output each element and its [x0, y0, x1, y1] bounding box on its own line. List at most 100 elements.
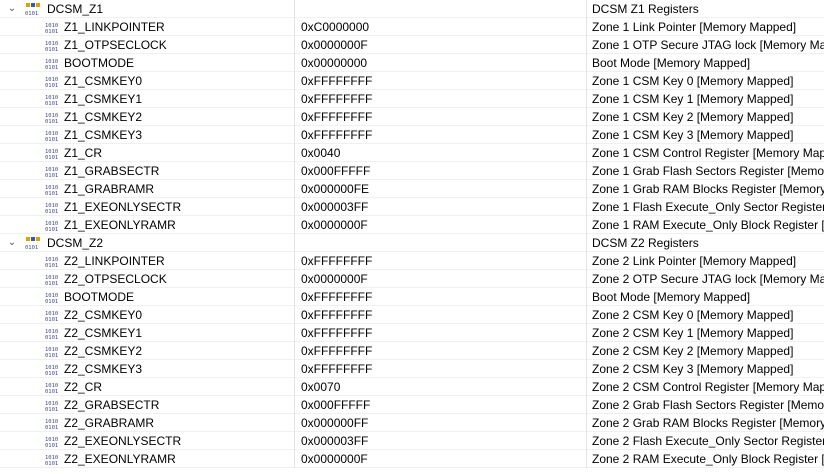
- register-name-cell[interactable]: 1010 0101 Z1_GRABRAMR: [0, 180, 294, 198]
- register-value[interactable]: 0x0070: [294, 378, 586, 396]
- register-value[interactable]: 0xFFFFFFFF: [294, 306, 586, 324]
- register-row[interactable]: 1010 0101 Z1_OTPSECLOCK 0x0000000F Zone 1 OT…: [0, 36, 824, 54]
- register-name-cell[interactable]: 1010 0101 BOOTMODE: [0, 288, 294, 306]
- register-row[interactable]: 1010 0101 Z2_CSMKEY3 0xFFFFFFFF Zone 2 CSM K…: [0, 360, 824, 378]
- register-value[interactable]: 0xFFFFFFFF: [294, 126, 586, 144]
- register-value[interactable]: 0x000FFFFF: [294, 396, 586, 414]
- register-name-cell[interactable]: 1010 0101 Z2_GRABSECTR: [0, 396, 294, 414]
- chevron-down-icon[interactable]: ⌄: [7, 234, 17, 252]
- register-name-cell[interactable]: 1010 0101 Z2_CSMKEY0: [0, 306, 294, 324]
- register-row[interactable]: 1010 0101 BOOTMODE 0xFFFFFFFF Boot Mode [Mem…: [0, 288, 824, 306]
- register-name-cell[interactable]: 1010 0101 Z1_OTPSECLOCK: [0, 36, 294, 54]
- register-row[interactable]: 1010 0101 Z1_CSMKEY2 0xFFFFFFFF Zone 1 CSM K…: [0, 108, 824, 126]
- register-value[interactable]: 0xFFFFFFFF: [294, 288, 586, 306]
- register-row[interactable]: 1010 0101 Z1_LINKPOINTER 0xC0000000 Zone 1 L…: [0, 18, 824, 36]
- register-row[interactable]: 1010 0101 BOOTMODE 0x00000000 Boot Mode [Mem…: [0, 54, 824, 72]
- register-row[interactable]: 1010 0101 Z1_EXEONLYSECTR 0x000003FF Zone 1 …: [0, 198, 824, 216]
- register-value[interactable]: 0x00000000: [294, 54, 586, 72]
- group-row[interactable]: ⌄ 0101 DCSM_Z1 DCSM Z1 Registers: [0, 0, 824, 18]
- svg-text:0101: 0101: [45, 263, 58, 268]
- register-name-cell[interactable]: 1010 0101 Z2_CSMKEY2: [0, 342, 294, 360]
- register-row[interactable]: 1010 0101 Z1_CSMKEY0 0xFFFFFFFF Zone 1 CSM K…: [0, 72, 824, 90]
- register-value[interactable]: 0x0000000F: [294, 450, 586, 468]
- register-row[interactable]: 1010 0101 Z2_CSMKEY0 0xFFFFFFFF Zone 2 CSM K…: [0, 306, 824, 324]
- register-row[interactable]: 1010 0101 Z2_CSMKEY1 0xFFFFFFFF Zone 2 CSM K…: [0, 324, 824, 342]
- register-description: Zone 1 CSM Key 2 [Memory Mapped]: [586, 108, 824, 126]
- group-name-cell[interactable]: ⌄ 0101 DCSM_Z1: [0, 0, 294, 18]
- register-description: Zone 2 RAM Execute_Only Block Register […: [586, 450, 824, 468]
- register-row[interactable]: 1010 0101 Z2_GRABRAMR 0x000000FF Zone 2 Grab…: [0, 414, 824, 432]
- register-name-cell[interactable]: 1010 0101 Z1_EXEONLYSECTR: [0, 198, 294, 216]
- register-row[interactable]: 1010 0101 Z2_CSMKEY2 0xFFFFFFFF Zone 2 CSM K…: [0, 342, 824, 360]
- register-value[interactable]: 0xFFFFFFFF: [294, 360, 586, 378]
- register-name-cell[interactable]: 1010 0101 Z2_CSMKEY1: [0, 324, 294, 342]
- register-value[interactable]: 0x000FFFFF: [294, 162, 586, 180]
- svg-text:0101: 0101: [45, 119, 58, 124]
- register-description: Zone 1 RAM Execute_Only Block Register […: [586, 216, 824, 234]
- group-name-cell[interactable]: ⌄ 0101 DCSM_Z2: [0, 234, 294, 252]
- svg-text:0101: 0101: [45, 155, 58, 160]
- register-row[interactable]: 1010 0101 Z1_GRABRAMR 0x000000FE Zone 1 Grab…: [0, 180, 824, 198]
- svg-text:0101: 0101: [45, 461, 58, 466]
- register-description: Zone 1 Link Pointer [Memory Mapped]: [586, 18, 824, 36]
- register-name-cell[interactable]: 1010 0101 Z1_EXEONLYRAMR: [0, 216, 294, 234]
- register-value[interactable]: 0xFFFFFFFF: [294, 252, 586, 270]
- binary-register-icon: 1010 0101: [45, 111, 59, 125]
- svg-text:0101: 0101: [45, 173, 58, 178]
- group-row[interactable]: ⌄ 0101 DCSM_Z2 DCSM Z2 Registers: [0, 234, 824, 252]
- register-name: Z2_CR: [64, 380, 103, 394]
- register-name-cell[interactable]: 1010 0101 BOOTMODE: [0, 54, 294, 72]
- register-row[interactable]: 1010 0101 Z1_EXEONLYRAMR 0x0000000F Zone 1 R…: [0, 216, 824, 234]
- binary-register-icon: 1010 0101: [45, 309, 59, 323]
- register-value[interactable]: 0xFFFFFFFF: [294, 324, 586, 342]
- register-value[interactable]: 0x000003FF: [294, 432, 586, 450]
- register-name: BOOTMODE: [64, 290, 135, 304]
- register-value[interactable]: 0xFFFFFFFF: [294, 108, 586, 126]
- chevron-down-icon[interactable]: ⌄: [7, 0, 17, 18]
- register-name-cell[interactable]: 1010 0101 Z2_EXEONLYRAMR: [0, 450, 294, 468]
- register-name-cell[interactable]: 1010 0101 Z2_CR: [0, 378, 294, 396]
- register-value[interactable]: 0xFFFFFFFF: [294, 90, 586, 108]
- svg-text:0101: 0101: [45, 137, 58, 142]
- register-value[interactable]: 0x0040: [294, 144, 586, 162]
- register-row[interactable]: 1010 0101 Z1_CR 0x0040 Zone 1 CSM Control Re…: [0, 144, 824, 162]
- register-name-cell[interactable]: 1010 0101 Z1_CSMKEY1: [0, 90, 294, 108]
- register-row[interactable]: 1010 0101 Z1_GRABSECTR 0x000FFFFF Zone 1 Gra…: [0, 162, 824, 180]
- register-row[interactable]: 1010 0101 Z1_CSMKEY3 0xFFFFFFFF Zone 1 CSM K…: [0, 126, 824, 144]
- register-value[interactable]: 0x0000000F: [294, 270, 586, 288]
- register-value[interactable]: 0xFFFFFFFF: [294, 72, 586, 90]
- register-row[interactable]: 1010 0101 Z2_LINKPOINTER 0xFFFFFFFF Zone 2 L…: [0, 252, 824, 270]
- register-value[interactable]: 0x0000000F: [294, 36, 586, 54]
- register-value[interactable]: 0x000000FE: [294, 180, 586, 198]
- register-row[interactable]: 1010 0101 Z2_EXEONLYSECTR 0x000003FF Zone 2 …: [0, 432, 824, 450]
- register-name-cell[interactable]: 1010 0101 Z1_GRABSECTR: [0, 162, 294, 180]
- register-name-cell[interactable]: 1010 0101 Z1_CSMKEY3: [0, 126, 294, 144]
- binary-register-icon: 1010 0101: [45, 273, 59, 287]
- svg-text:0101: 0101: [45, 47, 58, 52]
- register-row[interactable]: 1010 0101 Z2_EXEONLYRAMR 0x0000000F Zone 2 R…: [0, 450, 824, 468]
- register-name: Z2_GRABRAMR: [64, 416, 155, 430]
- register-value[interactable]: 0x0000000F: [294, 216, 586, 234]
- register-row[interactable]: 1010 0101 Z1_CSMKEY1 0xFFFFFFFF Zone 1 CSM K…: [0, 90, 824, 108]
- register-name: Z2_OTPSECLOCK: [64, 272, 167, 286]
- register-name-cell[interactable]: 1010 0101 Z1_LINKPOINTER: [0, 18, 294, 36]
- register-row[interactable]: 1010 0101 Z2_OTPSECLOCK 0x0000000F Zone 2 OT…: [0, 270, 824, 288]
- register-name-cell[interactable]: 1010 0101 Z2_OTPSECLOCK: [0, 270, 294, 288]
- register-name-cell[interactable]: 1010 0101 Z2_GRABRAMR: [0, 414, 294, 432]
- register-name-cell[interactable]: 1010 0101 Z2_LINKPOINTER: [0, 252, 294, 270]
- binary-register-icon: 1010 0101: [45, 327, 59, 341]
- register-name-cell[interactable]: 1010 0101 Z2_CSMKEY3: [0, 360, 294, 378]
- register-value[interactable]: 0xFFFFFFFF: [294, 342, 586, 360]
- register-name-cell[interactable]: 1010 0101 Z1_CSMKEY2: [0, 108, 294, 126]
- register-name: Z1_GRABRAMR: [64, 182, 155, 196]
- binary-register-icon: 1010 0101: [45, 39, 59, 53]
- register-row[interactable]: 1010 0101 Z2_GRABSECTR 0x000FFFFF Zone 2 Gra…: [0, 396, 824, 414]
- register-name-cell[interactable]: 1010 0101 Z1_CSMKEY0: [0, 72, 294, 90]
- binary-register-icon: 1010 0101: [45, 93, 59, 107]
- register-value[interactable]: 0x000000FF: [294, 414, 586, 432]
- register-name-cell[interactable]: 1010 0101 Z2_EXEONLYSECTR: [0, 432, 294, 450]
- register-row[interactable]: 1010 0101 Z2_CR 0x0070 Zone 2 CSM Control Re…: [0, 378, 824, 396]
- register-name-cell[interactable]: 1010 0101 Z1_CR: [0, 144, 294, 162]
- register-value[interactable]: 0x000003FF: [294, 198, 586, 216]
- register-value[interactable]: 0xC0000000: [294, 18, 586, 36]
